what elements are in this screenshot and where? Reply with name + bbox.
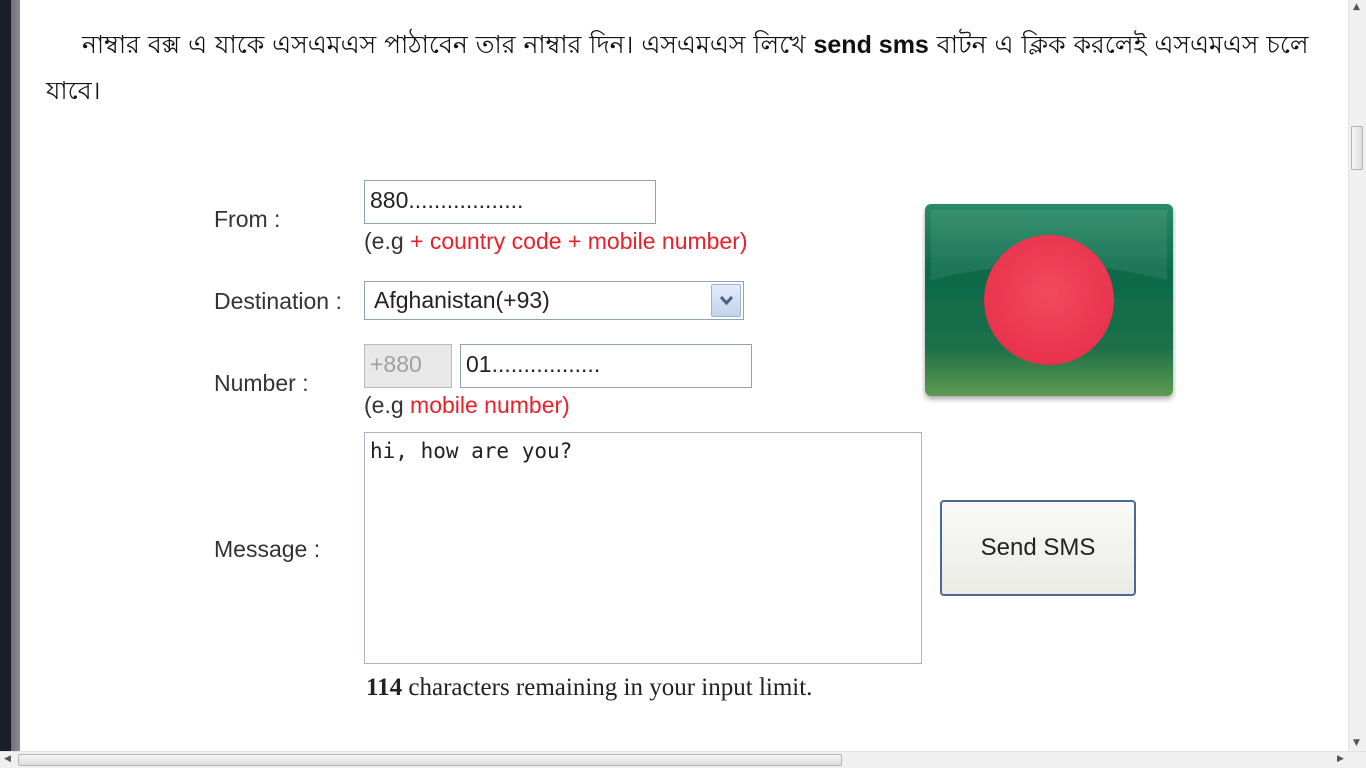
destination-selected-value: Afghanistan(+93) [374, 287, 550, 313]
from-hint-example: + country code + mobile number) [410, 228, 748, 254]
send-sms-button-label: Send SMS [980, 534, 1096, 561]
from-label: From : [214, 206, 281, 232]
destination-label: Destination : [214, 288, 342, 314]
message-label: Message : [214, 536, 321, 562]
send-sms-button[interactable]: Send SMS [940, 500, 1136, 596]
from-hint-prefix: (e.g [364, 228, 411, 254]
characters-remaining: 114 characters remaining in your input l… [366, 674, 812, 702]
number-input[interactable]: 01................. [460, 344, 752, 388]
country-prefix-field: +880 [364, 344, 452, 388]
arrow-down-icon[interactable]: ▼ [1353, 738, 1360, 748]
characters-remaining-text: characters remaining in your input limit… [402, 674, 813, 701]
select-dropdown-button[interactable] [711, 284, 741, 317]
chevron-down-icon [720, 295, 733, 306]
bangladesh-flag-image [922, 200, 1176, 404]
vertical-scrollbar[interactable]: ▲ ▼ [1348, 0, 1366, 752]
flag-red-disc [984, 235, 1114, 365]
instruction-send-sms: send sms [813, 31, 929, 59]
message-textarea[interactable]: hi, how are you? [364, 432, 922, 664]
instruction-part-1: নাম্বার বক্স এ যাকে এসএমএস পাঠাবেন তার ন… [82, 30, 814, 59]
left-window-frame [0, 0, 20, 768]
flag-graphic [925, 204, 1173, 396]
number-hint: (e.g mobile number) [364, 392, 570, 419]
characters-remaining-count: 114 [366, 674, 403, 701]
instruction-text: নাম্বার বক্স এ যাকে এসএমএস পাঠাবেন তার ন… [46, 22, 1336, 113]
horizontal-scroll-thumb[interactable] [18, 754, 842, 766]
number-label: Number : [214, 370, 309, 396]
horizontal-scrollbar[interactable]: ◀ ▶ [0, 751, 1366, 768]
destination-select[interactable]: Afghanistan(+93) [364, 281, 744, 320]
arrow-right-icon[interactable]: ▶ [1337, 754, 1344, 764]
arrow-up-icon[interactable]: ▲ [1353, 2, 1360, 12]
from-hint: (e.g + country code + mobile number) [364, 228, 748, 255]
arrow-left-icon[interactable]: ◀ [4, 754, 11, 764]
number-hint-example: mobile number) [410, 392, 570, 418]
from-input[interactable]: 880.................. [364, 180, 656, 224]
number-hint-prefix: (e.g [364, 392, 411, 418]
vertical-scroll-thumb[interactable] [1351, 126, 1363, 170]
